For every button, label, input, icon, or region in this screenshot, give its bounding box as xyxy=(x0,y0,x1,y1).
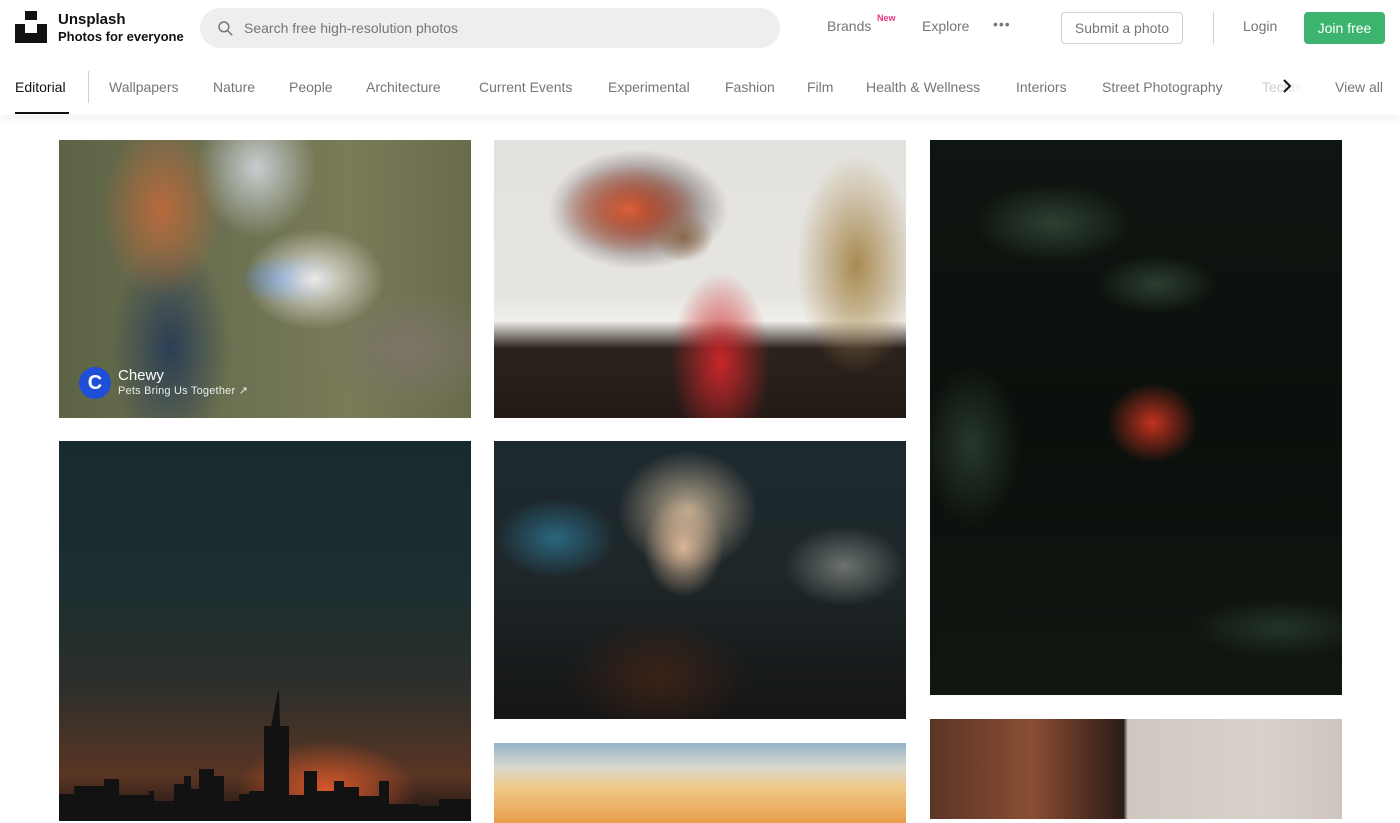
top-header: Unsplash Photos for everyone Brands New … xyxy=(0,0,1400,56)
submit-photo-button[interactable]: Submit a photo xyxy=(1061,12,1183,44)
tab-fashion[interactable]: Fashion xyxy=(725,79,775,95)
active-tab-indicator xyxy=(15,112,69,114)
search-input[interactable] xyxy=(244,20,744,36)
logo-shape xyxy=(25,24,37,33)
view-all-link[interactable]: View all xyxy=(1335,79,1383,95)
skyline-silhouette xyxy=(59,691,471,821)
nav-explore-link[interactable]: Explore xyxy=(922,18,969,34)
tab-wallpapers[interactable]: Wallpapers xyxy=(109,79,179,95)
tab-film[interactable]: Film xyxy=(807,79,833,95)
join-free-button[interactable]: Join free xyxy=(1304,12,1385,44)
search-bar[interactable] xyxy=(200,8,780,48)
category-nav: Editorial Wallpapers Nature People Archi… xyxy=(0,56,1400,115)
external-link-icon: ↗ xyxy=(238,385,248,397)
sponsor-tagline-link[interactable]: Pets Bring Us Together ↗ xyxy=(118,384,248,399)
header-divider xyxy=(1213,12,1214,44)
logo-shape xyxy=(25,11,37,20)
tab-interiors[interactable]: Interiors xyxy=(1016,79,1067,95)
tab-architecture[interactable]: Architecture xyxy=(366,79,441,95)
sponsor-avatar[interactable]: C xyxy=(79,367,111,399)
photo-city-skyline[interactable] xyxy=(59,441,471,821)
category-divider xyxy=(88,71,89,103)
photo-child-christmas[interactable] xyxy=(494,140,906,418)
brand-tagline: Photos for everyone xyxy=(58,29,184,44)
tab-editorial[interactable]: Editorial xyxy=(15,79,66,95)
search-icon[interactable] xyxy=(216,19,234,37)
new-badge: New xyxy=(877,13,896,23)
photo-red-berries[interactable] xyxy=(930,140,1342,695)
sponsor-avatar-letter: C xyxy=(87,372,103,394)
sponsor-name[interactable]: Chewy xyxy=(118,367,248,384)
tab-street-photography[interactable]: Street Photography xyxy=(1102,79,1223,95)
photo-sunset-sky[interactable] xyxy=(494,743,906,823)
photo-woman-windswept[interactable] xyxy=(494,441,906,719)
chevron-right-icon[interactable] xyxy=(1281,77,1293,95)
tab-current-events[interactable]: Current Events xyxy=(479,79,572,95)
more-options-icon[interactable]: ••• xyxy=(993,16,1011,32)
sponsor-overlay: C Chewy Pets Bring Us Together ↗ xyxy=(79,367,248,399)
tab-experimental[interactable]: Experimental xyxy=(608,79,690,95)
tab-nature[interactable]: Nature xyxy=(213,79,255,95)
photo-metal-facade[interactable] xyxy=(930,719,1342,819)
nav-brands-link[interactable]: Brands xyxy=(827,18,871,34)
login-link[interactable]: Login xyxy=(1243,18,1277,34)
sponsor-tagline: Pets Bring Us Together xyxy=(118,385,236,397)
unsplash-logo-icon[interactable] xyxy=(15,11,47,43)
brand[interactable]: Unsplash Photos for everyone xyxy=(58,11,184,45)
brand-name: Unsplash xyxy=(58,11,126,28)
tab-health-wellness[interactable]: Health & Wellness xyxy=(866,79,980,95)
photo-dog-toy[interactable]: C Chewy Pets Bring Us Together ↗ xyxy=(59,140,471,418)
tab-people[interactable]: People xyxy=(289,79,333,95)
